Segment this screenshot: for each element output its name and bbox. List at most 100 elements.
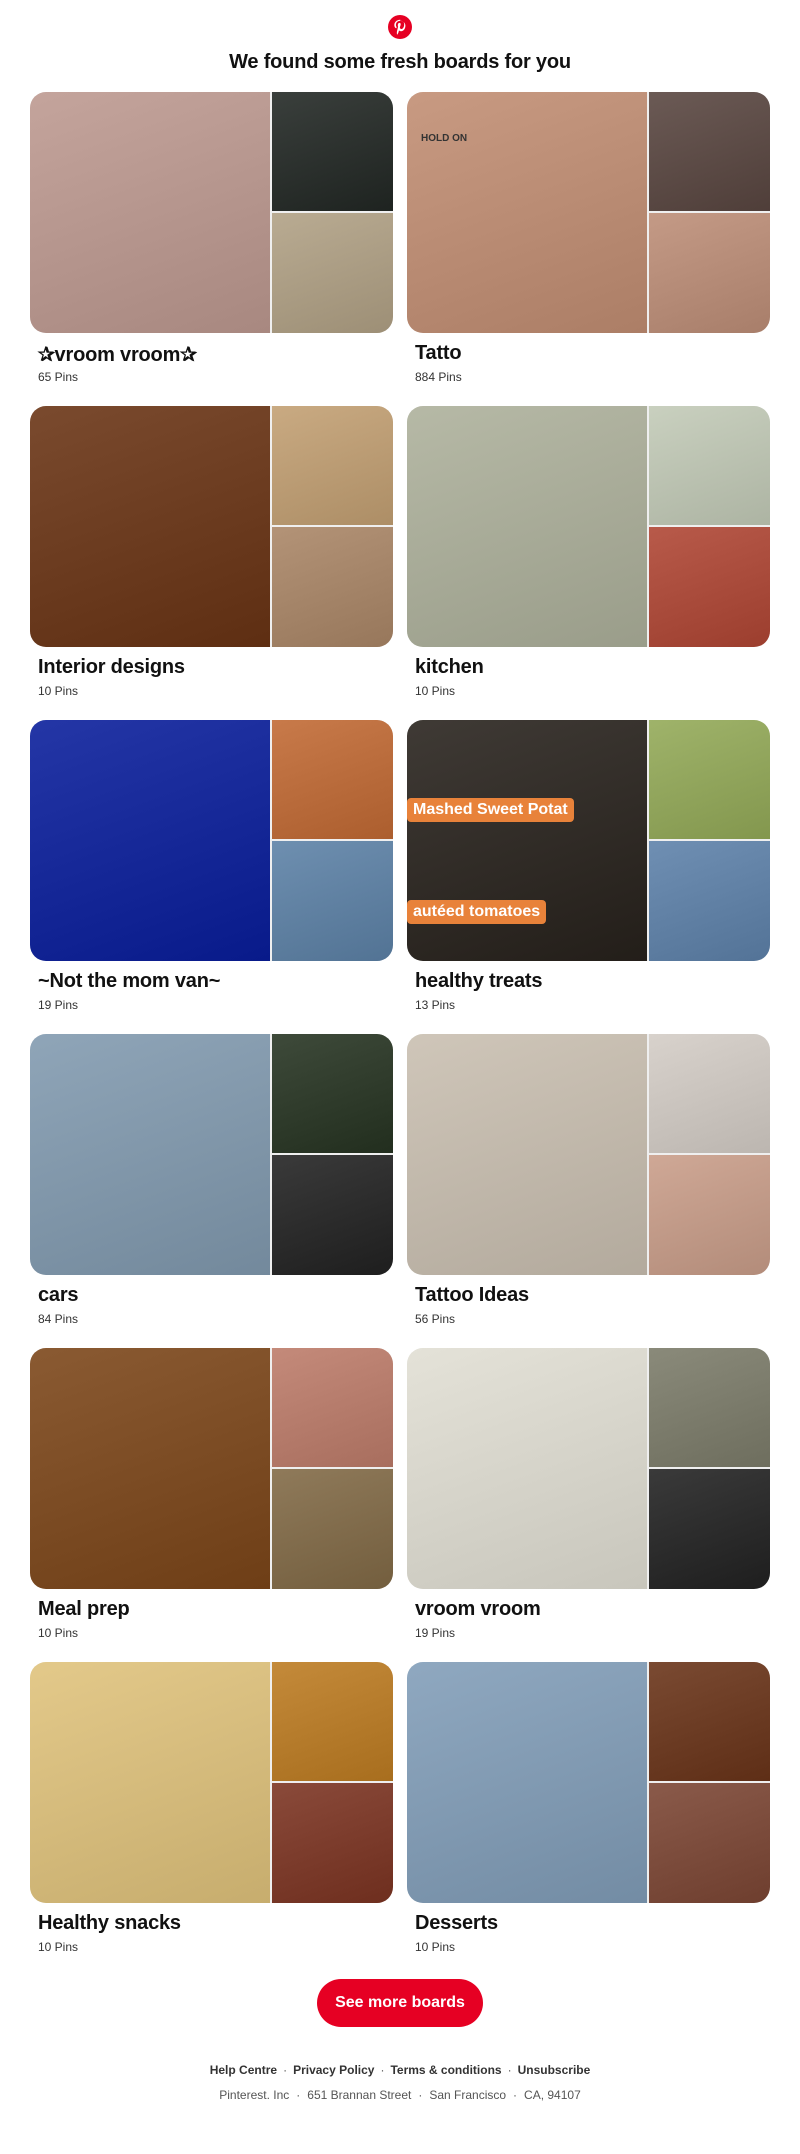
- street-address: 651 Brannan Street: [307, 2088, 412, 2102]
- board-thumbnail-bottom: [272, 1469, 393, 1589]
- board-cover-image: [30, 92, 270, 333]
- board-thumbnail-bottom: [272, 841, 393, 961]
- board-collage[interactable]: [30, 720, 393, 961]
- board-collage[interactable]: [407, 1662, 770, 1903]
- board-pin-count: 10 Pins: [415, 1940, 456, 1954]
- board-card-tattoo-ideas[interactable]: Tattoo Ideas 56 Pins: [407, 1034, 770, 1349]
- board-thumbnail-top: [649, 1662, 770, 1781]
- board-cover-image: [30, 406, 270, 647]
- board-pin-count: 19 Pins: [38, 998, 79, 1012]
- board-cover-image: [407, 1348, 647, 1589]
- board-pin-count: 10 Pins: [38, 684, 79, 698]
- overlay-tattoo-text: HOLD ON: [421, 133, 468, 144]
- board-cover-image: [30, 1662, 270, 1903]
- board-collage[interactable]: [30, 1662, 393, 1903]
- separator: ·: [513, 2088, 518, 2102]
- board-title: Desserts: [415, 1912, 498, 1934]
- state-zip: CA, 94107: [524, 2088, 581, 2102]
- board-thumbnail-top: [272, 1034, 393, 1153]
- board-thumbnail-bottom: [649, 1783, 770, 1903]
- board-title: Meal prep: [38, 1598, 130, 1620]
- separator: ·: [283, 2063, 288, 2077]
- board-title: cars: [38, 1284, 79, 1306]
- board-pin-count: 10 Pins: [38, 1940, 79, 1954]
- help-centre-link[interactable]: Help Centre: [210, 2063, 277, 2077]
- board-pin-count: 56 Pins: [415, 1312, 456, 1326]
- unsubscribe-link[interactable]: Unsubscribe: [518, 2063, 591, 2077]
- board-collage[interactable]: [30, 92, 393, 333]
- separator: ·: [507, 2063, 512, 2077]
- board-thumbnail-bottom: [649, 527, 770, 647]
- board-thumbnail-top: [649, 1034, 770, 1153]
- email-header: We found some fresh boards for you: [0, 0, 800, 92]
- board-pin-count: 13 Pins: [415, 998, 456, 1012]
- board-title: Tattoo Ideas: [415, 1284, 529, 1306]
- board-title: kitchen: [415, 656, 484, 678]
- board-cover-image: Mashed Sweet Potat autéed tomatoes: [407, 720, 647, 961]
- terms-link[interactable]: Terms & conditions: [390, 2063, 501, 2077]
- board-cover-image: HOLD ON: [407, 92, 647, 333]
- board-cover-image: [407, 1034, 647, 1275]
- board-collage[interactable]: HOLD ON: [407, 92, 770, 333]
- board-thumbnail-bottom: [649, 213, 770, 333]
- board-thumbnail-top: [649, 1348, 770, 1467]
- separator: ·: [418, 2088, 423, 2102]
- board-thumbnail-bottom: [649, 1469, 770, 1589]
- board-card-vroom-vroom[interactable]: vroom vroom 19 Pins: [407, 1348, 770, 1663]
- board-cover-image: [407, 1662, 647, 1903]
- board-thumbnail-top: [649, 406, 770, 525]
- board-pin-count: 10 Pins: [415, 684, 456, 698]
- board-collage[interactable]: [407, 406, 770, 647]
- board-card-cars[interactable]: cars 84 Pins: [30, 1034, 393, 1349]
- board-card-meal-prep[interactable]: Meal prep 10 Pins: [30, 1348, 393, 1663]
- board-card-healthy-treats[interactable]: Mashed Sweet Potat autéed tomatoes healthy…: [407, 720, 770, 1035]
- board-thumbnail-bottom: [649, 1155, 770, 1275]
- board-title: ✰vroom vroom✰: [38, 344, 197, 366]
- board-thumbnail-top: [649, 720, 770, 839]
- board-collage[interactable]: [407, 1034, 770, 1275]
- board-thumbnail-top: [272, 406, 393, 525]
- page-title: We found some fresh boards for you: [229, 51, 571, 73]
- board-thumbnail-top: [272, 92, 393, 211]
- board-collage[interactable]: Mashed Sweet Potat autéed tomatoes: [407, 720, 770, 961]
- pinterest-logo-icon[interactable]: [388, 15, 412, 39]
- board-collage[interactable]: [407, 1348, 770, 1589]
- board-thumbnail-bottom: [649, 841, 770, 961]
- overlay-label-tomatoes: autéed tomatoes: [407, 900, 547, 924]
- board-pin-count: 84 Pins: [38, 1312, 79, 1326]
- board-card-desserts[interactable]: Desserts 10 Pins: [407, 1662, 770, 1977]
- board-thumbnail-bottom: [272, 1783, 393, 1903]
- board-thumbnail-top: [272, 720, 393, 839]
- board-cover-image: [30, 1034, 270, 1275]
- footer-address: Pinterest. Inc · 651 Brannan Street · San Fr…: [0, 2088, 800, 2102]
- board-title: vroom vroom: [415, 1598, 541, 1620]
- board-thumbnail-top: [272, 1348, 393, 1467]
- board-collage[interactable]: [30, 406, 393, 647]
- privacy-policy-link[interactable]: Privacy Policy: [293, 2063, 374, 2077]
- cta-container: See more boards: [0, 1979, 800, 2027]
- city: San Francisco: [429, 2088, 507, 2102]
- board-title: Healthy snacks: [38, 1912, 181, 1934]
- overlay-label-sweet-potato: Mashed Sweet Potat: [407, 798, 574, 822]
- board-card-not-the-mom-van[interactable]: ~Not the mom van~ 19 Pins: [30, 720, 393, 1035]
- separator: ·: [296, 2088, 301, 2102]
- board-pin-count: 65 Pins: [38, 370, 79, 384]
- board-card-kitchen[interactable]: kitchen 10 Pins: [407, 406, 770, 721]
- board-title: Interior designs: [38, 656, 185, 678]
- board-title: healthy treats: [415, 970, 543, 992]
- board-thumbnail-bottom: [272, 213, 393, 333]
- board-pin-count: 19 Pins: [415, 1626, 456, 1640]
- company-name: Pinterest. Inc: [219, 2088, 290, 2102]
- board-collage[interactable]: [30, 1348, 393, 1589]
- board-card-healthy-snacks[interactable]: Healthy snacks 10 Pins: [30, 1662, 393, 1977]
- board-card-tatto[interactable]: HOLD ON Tatto 884 Pins: [407, 92, 770, 407]
- board-pin-count: 10 Pins: [38, 1626, 79, 1640]
- board-card-interior-designs[interactable]: Interior designs 10 Pins: [30, 406, 393, 721]
- see-more-boards-button[interactable]: See more boards: [317, 1979, 483, 2027]
- board-thumbnail-top: [649, 92, 770, 211]
- board-pin-count: 884 Pins: [415, 370, 462, 384]
- board-collage[interactable]: [30, 1034, 393, 1275]
- board-card-vroom-vroom-star[interactable]: ✰vroom vroom✰ 65 Pins: [30, 92, 393, 407]
- board-cover-image: [407, 406, 647, 647]
- separator: ·: [380, 2063, 385, 2077]
